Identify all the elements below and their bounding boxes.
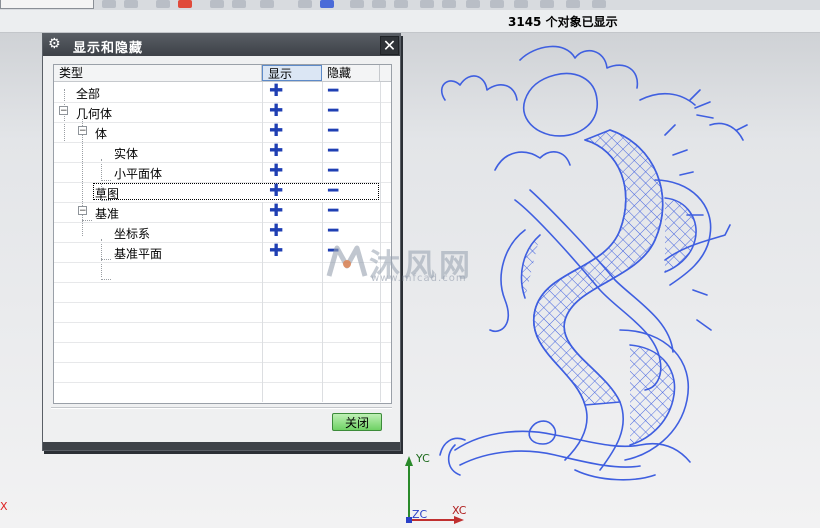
table-row[interactable]: − 几何体 ✚ ━ bbox=[54, 102, 391, 123]
axis-label-x: XC bbox=[452, 504, 467, 517]
empty-row bbox=[54, 382, 391, 402]
toolbar-icon[interactable] bbox=[540, 0, 554, 8]
close-icon[interactable]: ✕ bbox=[380, 36, 399, 55]
hide-minus-button[interactable]: ━ bbox=[328, 203, 338, 220]
show-plus-button[interactable]: ✚ bbox=[269, 203, 283, 220]
row-label: 基准 bbox=[95, 207, 120, 221]
show-plus-button[interactable]: ✚ bbox=[269, 223, 283, 240]
toolbar-icon[interactable] bbox=[514, 0, 528, 8]
toolbar-icon[interactable] bbox=[592, 0, 606, 8]
collapse-toggle[interactable]: − bbox=[78, 206, 87, 216]
hide-minus-button[interactable]: ━ bbox=[328, 123, 338, 140]
type-table: 类型 显示 隐藏 全部 ✚ ━ − 几何体 ✚ ━ − 体 ✚ ━ 实体 ✚ ━… bbox=[53, 64, 392, 404]
row-label: 体 bbox=[95, 127, 108, 141]
hide-minus-button[interactable]: ━ bbox=[328, 103, 338, 120]
toolbar-icon[interactable] bbox=[566, 0, 580, 8]
table-row[interactable]: − 体 ✚ ━ bbox=[54, 122, 391, 143]
toolbar-icon[interactable] bbox=[232, 0, 246, 8]
table-row[interactable]: 实体 ✚ ━ bbox=[54, 142, 391, 163]
toolbar-icon[interactable] bbox=[210, 0, 224, 8]
table-row[interactable]: 小平面体 ✚ ━ bbox=[54, 162, 391, 183]
column-header-hide[interactable]: 隐藏 bbox=[322, 65, 380, 81]
show-plus-button[interactable]: ✚ bbox=[269, 123, 283, 140]
toolbar-icon[interactable] bbox=[394, 0, 408, 8]
empty-row bbox=[54, 362, 391, 383]
empty-row bbox=[54, 282, 391, 303]
status-text: 3145 个对象已显示 bbox=[508, 15, 618, 29]
close-button[interactable]: 关闭 bbox=[332, 413, 382, 431]
toolbar-icon[interactable] bbox=[442, 0, 456, 8]
axes-triad-icon bbox=[405, 456, 464, 524]
table-row[interactable]: 草图 ✚ ━ bbox=[54, 182, 391, 203]
empty-row bbox=[54, 322, 391, 343]
show-plus-button[interactable]: ✚ bbox=[269, 183, 283, 200]
gear-icon[interactable]: ⚙ bbox=[48, 37, 62, 51]
show-plus-button[interactable]: ✚ bbox=[269, 243, 283, 260]
watermark: 沐风网 www.mfcad.com bbox=[325, 240, 495, 284]
hide-minus-button[interactable]: ━ bbox=[328, 163, 338, 180]
table-row[interactable]: 全部 ✚ ━ bbox=[54, 82, 391, 103]
stray-axis-marker: X bbox=[0, 500, 8, 513]
toolbar-icon[interactable] bbox=[124, 0, 138, 8]
toolbar-icon[interactable] bbox=[350, 0, 364, 8]
empty-row bbox=[54, 342, 391, 363]
toolbar-icon[interactable] bbox=[490, 0, 504, 8]
row-label: 实体 bbox=[114, 147, 139, 161]
toolbar-icon[interactable] bbox=[372, 0, 386, 8]
axis-label-z: ZC bbox=[412, 508, 428, 521]
watermark-logo-icon bbox=[326, 245, 368, 277]
dialog-title-bar[interactable]: ⚙ 显示和隐藏 ✕ bbox=[43, 34, 400, 56]
collapse-toggle[interactable]: − bbox=[59, 106, 68, 116]
row-label: 草图 bbox=[95, 187, 120, 201]
toolbar-icon[interactable] bbox=[156, 0, 170, 8]
axis-label-y: YC bbox=[416, 452, 430, 465]
show-plus-button[interactable]: ✚ bbox=[269, 143, 283, 160]
empty-row bbox=[54, 302, 391, 323]
column-header-type[interactable]: 类型 bbox=[54, 65, 262, 81]
hide-minus-button[interactable]: ━ bbox=[328, 83, 338, 100]
toolbar-icon[interactable] bbox=[320, 0, 334, 8]
hide-minus-button[interactable]: ━ bbox=[328, 223, 338, 240]
divider bbox=[51, 407, 392, 409]
hide-minus-button[interactable]: ━ bbox=[328, 143, 338, 160]
show-plus-button[interactable]: ✚ bbox=[269, 163, 283, 180]
row-label: 全部 bbox=[76, 87, 101, 101]
toolbar-icon[interactable] bbox=[466, 0, 480, 8]
coordinate-axes: YC ZC XC bbox=[396, 448, 486, 528]
watermark-url: www.mfcad.com bbox=[371, 273, 467, 284]
table-header: 类型 显示 隐藏 bbox=[54, 65, 391, 82]
dialog-bottom-bar bbox=[43, 442, 400, 450]
toolbar-icon[interactable] bbox=[420, 0, 434, 8]
row-label: 几何体 bbox=[76, 107, 113, 121]
toolbar-combo[interactable] bbox=[0, 0, 94, 9]
table-row[interactable]: − 基准 ✚ ━ bbox=[54, 202, 391, 223]
collapse-toggle[interactable]: − bbox=[78, 126, 87, 136]
show-plus-button[interactable]: ✚ bbox=[269, 103, 283, 120]
dialog-title: 显示和隐藏 bbox=[73, 41, 144, 56]
row-label: 坐标系 bbox=[114, 227, 151, 241]
show-plus-button[interactable]: ✚ bbox=[269, 83, 283, 100]
toolbar-icon[interactable] bbox=[178, 0, 192, 8]
hide-minus-button[interactable]: ━ bbox=[328, 183, 338, 200]
toolbar-icon[interactable] bbox=[298, 0, 312, 8]
toolbar-icon[interactable] bbox=[102, 0, 116, 8]
row-label: 小平面体 bbox=[114, 167, 163, 181]
row-label: 基准平面 bbox=[114, 247, 163, 261]
toolbar-icon[interactable] bbox=[260, 0, 274, 8]
column-header-show[interactable]: 显示 bbox=[262, 65, 322, 81]
